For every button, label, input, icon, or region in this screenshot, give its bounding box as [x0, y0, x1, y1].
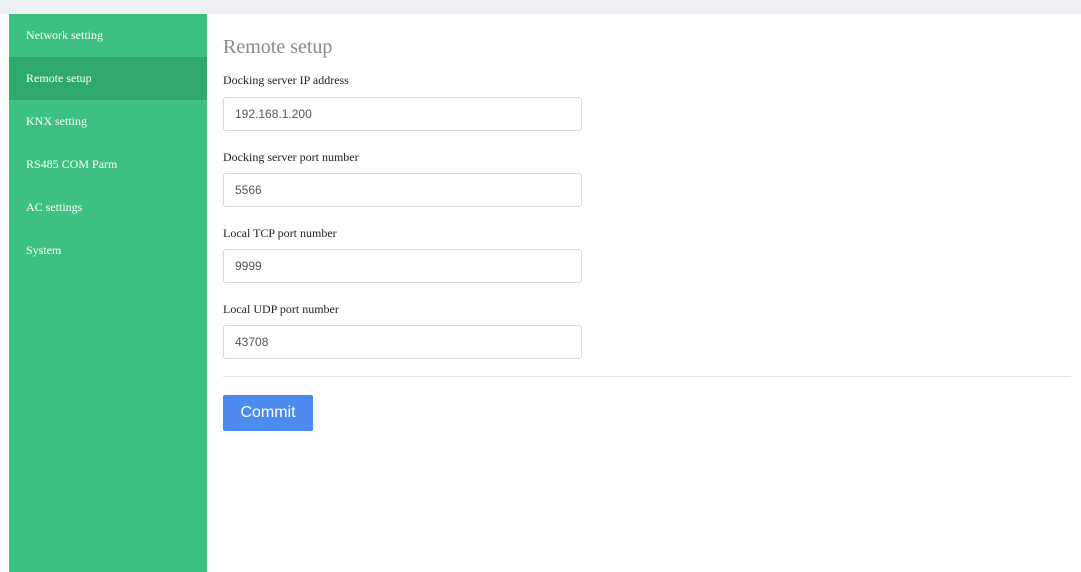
docking-server-ip-label: Docking server IP address — [223, 73, 349, 87]
main-content: Remote setup Docking server IP address D… — [223, 14, 1071, 431]
docking-server-ip-input[interactable] — [223, 97, 582, 131]
docking-server-port-label: Docking server port number — [223, 150, 359, 164]
top-strip — [0, 0, 1081, 14]
sidebar-item-knx-setting[interactable]: KNX setting — [9, 100, 207, 143]
docking-server-port-input[interactable] — [223, 173, 582, 207]
divider — [223, 376, 1071, 377]
sidebar-item-rs485-com-parm[interactable]: RS485 COM Parm — [9, 143, 207, 186]
local-udp-port-label: Local UDP port number — [223, 302, 339, 316]
sidebar-item-ac-settings[interactable]: AC settings — [9, 186, 207, 229]
sidebar-item-system[interactable]: System — [9, 229, 207, 272]
local-udp-port-input[interactable] — [223, 325, 582, 359]
commit-button[interactable]: Commit — [223, 395, 313, 431]
sidebar: Network setting Remote setup KNX setting… — [9, 14, 207, 572]
sidebar-item-remote-setup[interactable]: Remote setup — [9, 57, 207, 100]
local-tcp-port-label: Local TCP port number — [223, 226, 337, 240]
page-title: Remote setup — [223, 36, 333, 58]
sidebar-item-network-setting[interactable]: Network setting — [9, 14, 207, 57]
local-tcp-port-input[interactable] — [223, 249, 582, 283]
